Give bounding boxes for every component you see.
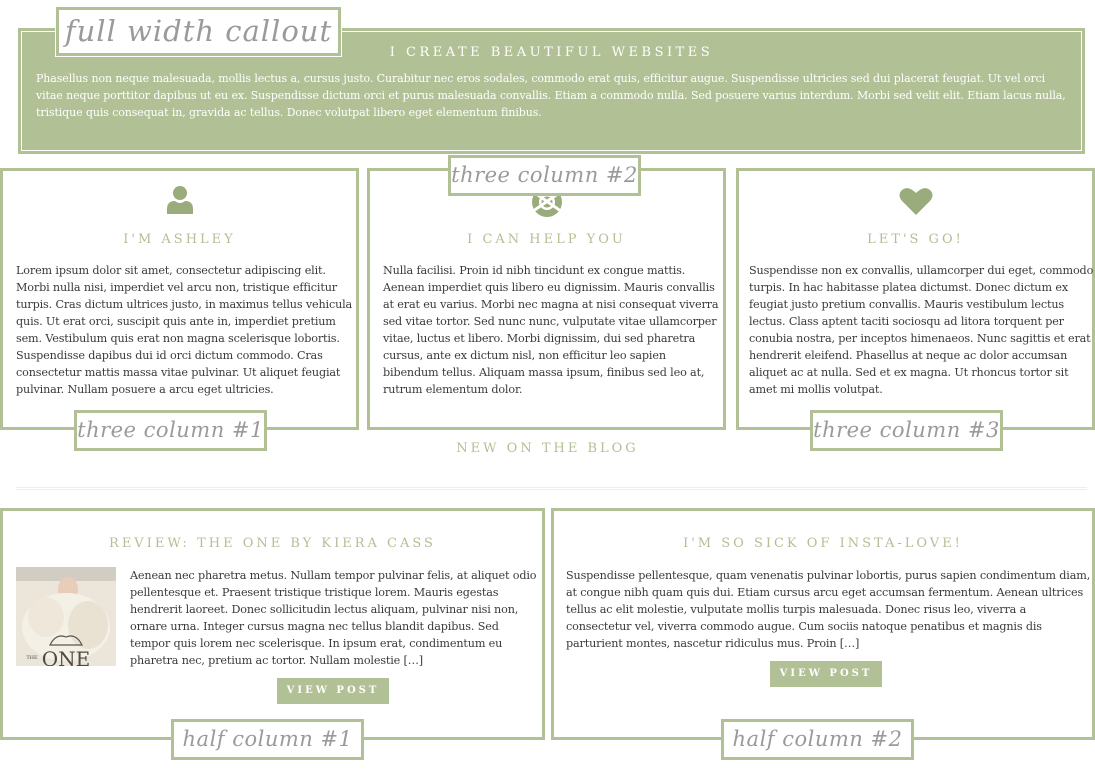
post-thumbnail[interactable]: ONE THE <box>16 567 116 666</box>
callout-text: Phasellus non neque malesuada, mollis le… <box>36 72 1066 119</box>
half-column-2: I'M SO SICK OF INSTA-LOVE! Suspendisse p… <box>551 508 1095 740</box>
svg-text:THE: THE <box>26 655 38 661</box>
three-column-1: I'M ASHLEY Lorem ipsum dolor sit amet, c… <box>0 168 359 430</box>
column-text: Suspendisse non ex convallis, ullamcorpe… <box>749 264 1094 396</box>
three-column-1-label: three column #1 <box>74 410 267 451</box>
callout-label: full width callout <box>55 6 342 57</box>
three-column-2-label: three column #2 <box>448 155 641 196</box>
post-excerpt: Aenean nec pharetra metus. Nullam tempor… <box>130 569 537 667</box>
three-column-2: I CAN HELP YOU Nulla facilisi. Proin id … <box>367 168 726 430</box>
heart-icon <box>899 188 932 215</box>
column-text: Lorem ipsum dolor sit amet, consectetur … <box>16 264 353 396</box>
half-column-1: REVIEW: THE ONE BY KIERA CASS ONE THE Ae… <box>0 508 545 740</box>
post-title[interactable]: REVIEW: THE ONE BY KIERA CASS <box>3 536 542 551</box>
svg-text:ONE: ONE <box>42 647 91 666</box>
post-excerpt: Suspendisse pellentesque, quam venenatis… <box>566 569 1091 650</box>
column-title: I'M ASHLEY <box>123 232 236 247</box>
divider <box>16 487 1087 490</box>
half-column-1-label: half column #1 <box>171 719 364 760</box>
column-title: LET'S GO! <box>867 232 964 247</box>
three-column-3: LET'S GO! Suspendisse non ex convallis, … <box>736 168 1095 430</box>
three-column-3-label: three column #3 <box>810 410 1003 451</box>
half-column-2-label: half column #2 <box>721 719 914 760</box>
user-icon <box>166 186 193 214</box>
column-text: Nulla facilisi. Proin id nibh tincidunt … <box>383 264 719 396</box>
book-cover-image: ONE THE <box>16 567 116 666</box>
view-post-button[interactable]: VIEW POST <box>277 678 389 704</box>
column-title: I CAN HELP YOU <box>467 232 626 247</box>
post-title[interactable]: I'M SO SICK OF INSTA-LOVE! <box>554 536 1092 551</box>
view-post-button[interactable]: VIEW POST <box>770 661 882 687</box>
